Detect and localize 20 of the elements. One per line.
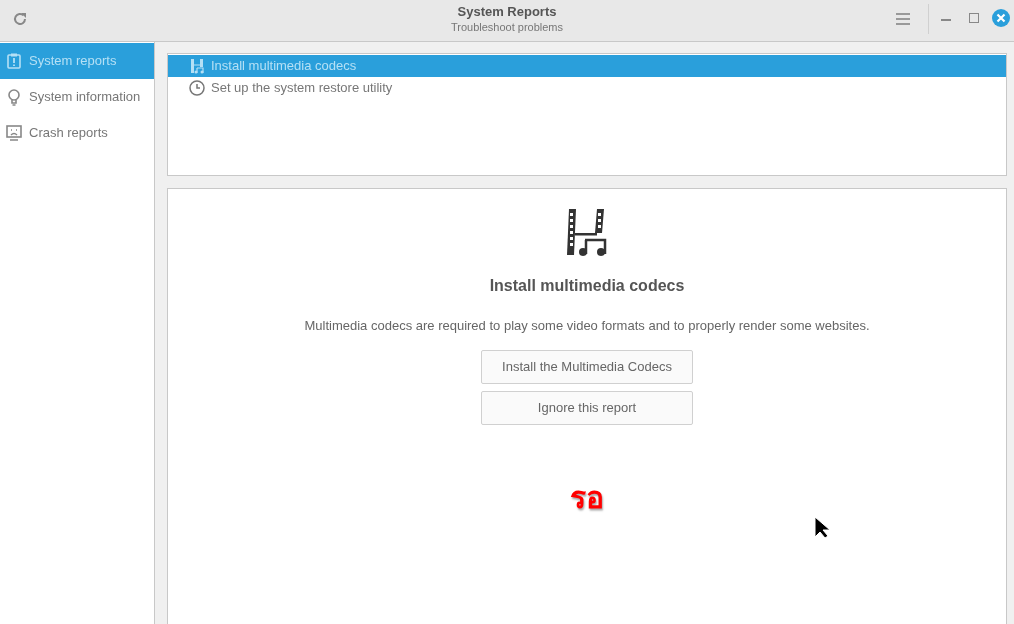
refresh-icon[interactable] — [11, 10, 29, 28]
action-button[interactable]: Install the Multimedia Codecs — [481, 349, 693, 384]
clock-icon — [188, 79, 206, 97]
report-row[interactable]: Set up the system restore utility — [168, 77, 1006, 99]
menu-icon[interactable] — [895, 12, 911, 26]
sidebar-item[interactable]: Crash reports — [0, 115, 154, 151]
report-description: Multimedia codecs are required to play some video formats and to properly render some websites. — [304, 317, 870, 335]
window-subtitle: Troubleshoot problems — [450, 20, 564, 34]
annotation-text: รอ — [570, 480, 604, 515]
report-title: Install multimedia codecs — [489, 276, 685, 296]
close-icon[interactable] — [992, 9, 1010, 27]
film-music-icon — [188, 57, 206, 75]
window-title: System Reports — [457, 4, 557, 20]
sidebar-item[interactable]: System information — [0, 79, 154, 115]
lightbulb-icon — [5, 88, 23, 106]
maximize-icon[interactable] — [969, 13, 979, 23]
mouse-pointer-icon — [813, 516, 831, 540]
action-button[interactable]: Ignore this report — [481, 390, 693, 425]
monitor-icon — [5, 124, 23, 142]
clipboard-icon — [5, 52, 23, 70]
